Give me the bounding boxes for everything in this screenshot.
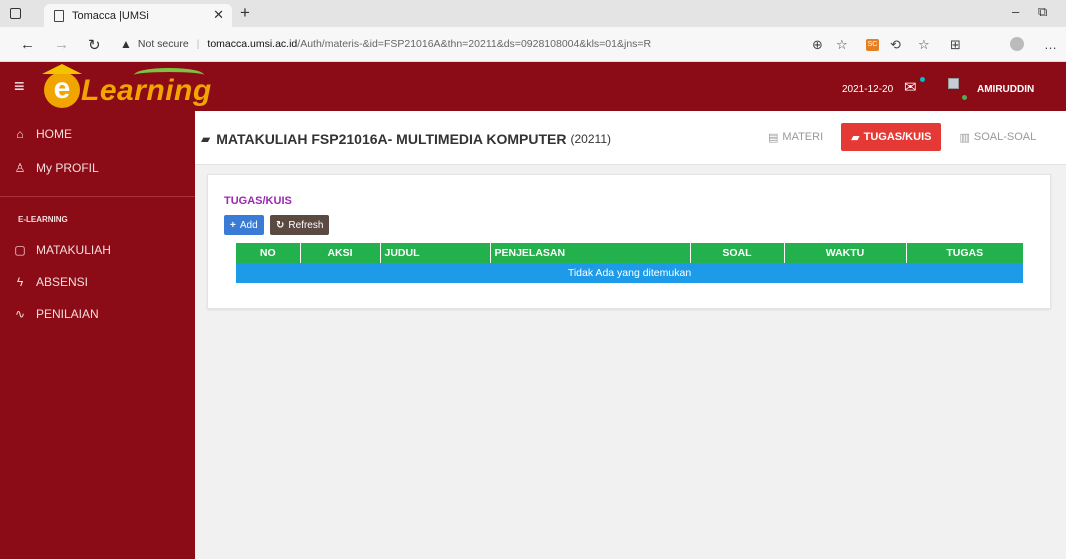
- reload-icon[interactable]: ↻: [88, 36, 101, 54]
- user-name[interactable]: AMIRUDDIN: [977, 84, 1034, 95]
- page-icon: [54, 9, 64, 22]
- favorite-add-icon[interactable]: ☆: [836, 37, 848, 53]
- online-status-dot: [962, 95, 967, 100]
- panel-title: TUGAS/KUIS: [224, 195, 292, 207]
- forward-icon[interactable]: →: [54, 36, 69, 53]
- sidebar-item-home[interactable]: ⌂ HOME: [14, 123, 72, 145]
- empty-message: Tidak Ada yang ditemukan: [236, 263, 1023, 283]
- file-icon: ▢: [14, 243, 26, 257]
- new-tab-icon[interactable]: +: [240, 3, 250, 23]
- book-icon: ▰: [201, 132, 211, 146]
- elearning-logo[interactable]: e Learning: [42, 64, 212, 108]
- extension-icon[interactable]: SC: [866, 39, 879, 51]
- mail-icon[interactable]: ✉: [904, 78, 917, 96]
- bolt-icon: ϟ: [16, 275, 24, 289]
- table-row: Tidak Ada yang ditemukan: [236, 263, 1023, 283]
- notification-dot: [920, 77, 925, 82]
- sidebar-item-label: My PROFIL: [36, 161, 99, 175]
- restore-icon[interactable]: ⧉: [1038, 4, 1047, 20]
- warning-icon: ▲: [120, 37, 132, 51]
- sidebar-section-header: E-LEARNING: [18, 215, 68, 224]
- sidebar-item-label: MATAKULIAH: [36, 243, 111, 257]
- close-tab-icon[interactable]: ✕: [213, 7, 224, 23]
- graduation-cap-icon: [42, 64, 82, 74]
- sidebar-item-matakuliah[interactable]: ▢ MATAKULIAH: [14, 239, 111, 261]
- header-date: 2021-12-20: [842, 84, 894, 95]
- zoom-icon[interactable]: ⊕: [812, 37, 823, 53]
- avatar[interactable]: [948, 78, 959, 89]
- table-header-row: NO AKSI JUDUL PENJELASAN SOAL WAKTU TUGA…: [236, 243, 1023, 263]
- collections-icon[interactable]: ⊞: [950, 37, 961, 53]
- back-icon[interactable]: ←: [20, 36, 35, 53]
- sidebar-item-label: PENILAIAN: [36, 307, 99, 321]
- app-header: ≡ e Learning 2021-12-20 ✉ AMIRUDDIN: [0, 62, 1066, 111]
- tab-soal-soal[interactable]: ▥ SOAL-SOAL: [949, 123, 1046, 151]
- sidebar-divider: [0, 196, 195, 197]
- extensions-icon[interactable]: ⟲: [890, 37, 901, 53]
- tugas-table: NO AKSI JUDUL PENJELASAN SOAL WAKTU TUGA…: [236, 243, 1023, 283]
- url-host: tomacca.umsi.ac.id: [207, 38, 298, 50]
- tugas-panel: TUGAS/KUIS + Add ↻ Refresh NO AKSI JUDUL…: [207, 174, 1051, 309]
- url-path: /Auth/materis-&id=FSP21016A&thn=20211&ds…: [297, 38, 652, 50]
- column-header-penjelasan[interactable]: PENJELASAN: [490, 243, 691, 263]
- column-header-tugas[interactable]: TUGAS: [906, 243, 1023, 263]
- add-button[interactable]: + Add: [224, 215, 264, 235]
- column-header-aksi[interactable]: AKSI: [300, 243, 381, 263]
- course-title: MATAKULIAH FSP21016A- MULTIMEDIA KOMPUTE…: [216, 131, 567, 147]
- open-book-icon: ▤: [768, 131, 779, 144]
- refresh-button[interactable]: ↻ Refresh: [270, 215, 330, 235]
- page-title: ▰ MATAKULIAH FSP21016A- MULTIMEDIA KOMPU…: [201, 131, 611, 147]
- minimize-icon[interactable]: –: [1012, 4, 1019, 19]
- tab-actions-icon[interactable]: [10, 8, 21, 19]
- sidebar: ⌂ HOME ♙ My PROFIL E-LEARNING ▢ MATAKULI…: [0, 111, 195, 559]
- browser-tab[interactable]: Tomacca |UMSi ✕: [44, 4, 232, 27]
- sidebar-item-label: HOME: [36, 127, 72, 141]
- tab-tugas-kuis[interactable]: ▰ TUGAS/KUIS: [841, 123, 942, 151]
- plus-icon: +: [230, 219, 236, 231]
- tab-materi[interactable]: ▤ MATERI: [758, 123, 833, 151]
- tab-title: Tomacca |UMSi: [72, 9, 149, 22]
- column-header-waktu[interactable]: WAKTU: [784, 243, 907, 263]
- column-header-no[interactable]: NO: [236, 243, 301, 263]
- browser-tabbar: Tomacca |UMSi ✕ + – ⧉: [0, 0, 1066, 27]
- column-header-soal[interactable]: SOAL: [690, 243, 785, 263]
- more-icon[interactable]: …: [1044, 37, 1057, 52]
- book-icon: ▰: [851, 131, 860, 144]
- logo-swoosh: [134, 68, 204, 82]
- favorites-icon[interactable]: ☆: [918, 37, 930, 53]
- home-icon: ⌂: [16, 127, 24, 141]
- profile-icon[interactable]: [1010, 37, 1024, 51]
- sidebar-item-profil[interactable]: ♙ My PROFIL: [14, 157, 99, 179]
- address-bar-row: ← → ↻ ▲ Not secure | tomacca.umsi.ac.id /…: [0, 27, 1066, 62]
- menu-icon[interactable]: ≡: [14, 76, 25, 97]
- security-label: Not secure: [137, 38, 189, 50]
- sidebar-item-label: ABSENSI: [36, 275, 89, 289]
- page-title-bar: ▰ MATAKULIAH FSP21016A- MULTIMEDIA KOMPU…: [195, 111, 1066, 165]
- column-header-judul[interactable]: JUDUL: [380, 243, 491, 263]
- sidebar-item-absensi[interactable]: ϟ ABSENSI: [14, 271, 88, 293]
- content-tabs: ▤ MATERI ▰ TUGAS/KUIS ▥ SOAL-SOAL: [758, 123, 1046, 151]
- pulse-icon: ∿: [14, 307, 26, 321]
- logo-e: e: [42, 64, 82, 108]
- columns-icon: ▥: [959, 131, 970, 144]
- semester-label: (20211): [570, 132, 611, 146]
- refresh-icon: ↻: [276, 219, 285, 231]
- address-field[interactable]: ▲ Not secure | tomacca.umsi.ac.id/Auth/m…: [120, 34, 860, 54]
- user-icon: ♙: [14, 161, 26, 175]
- sidebar-item-penilaian[interactable]: ∿ PENILAIAN: [14, 303, 99, 325]
